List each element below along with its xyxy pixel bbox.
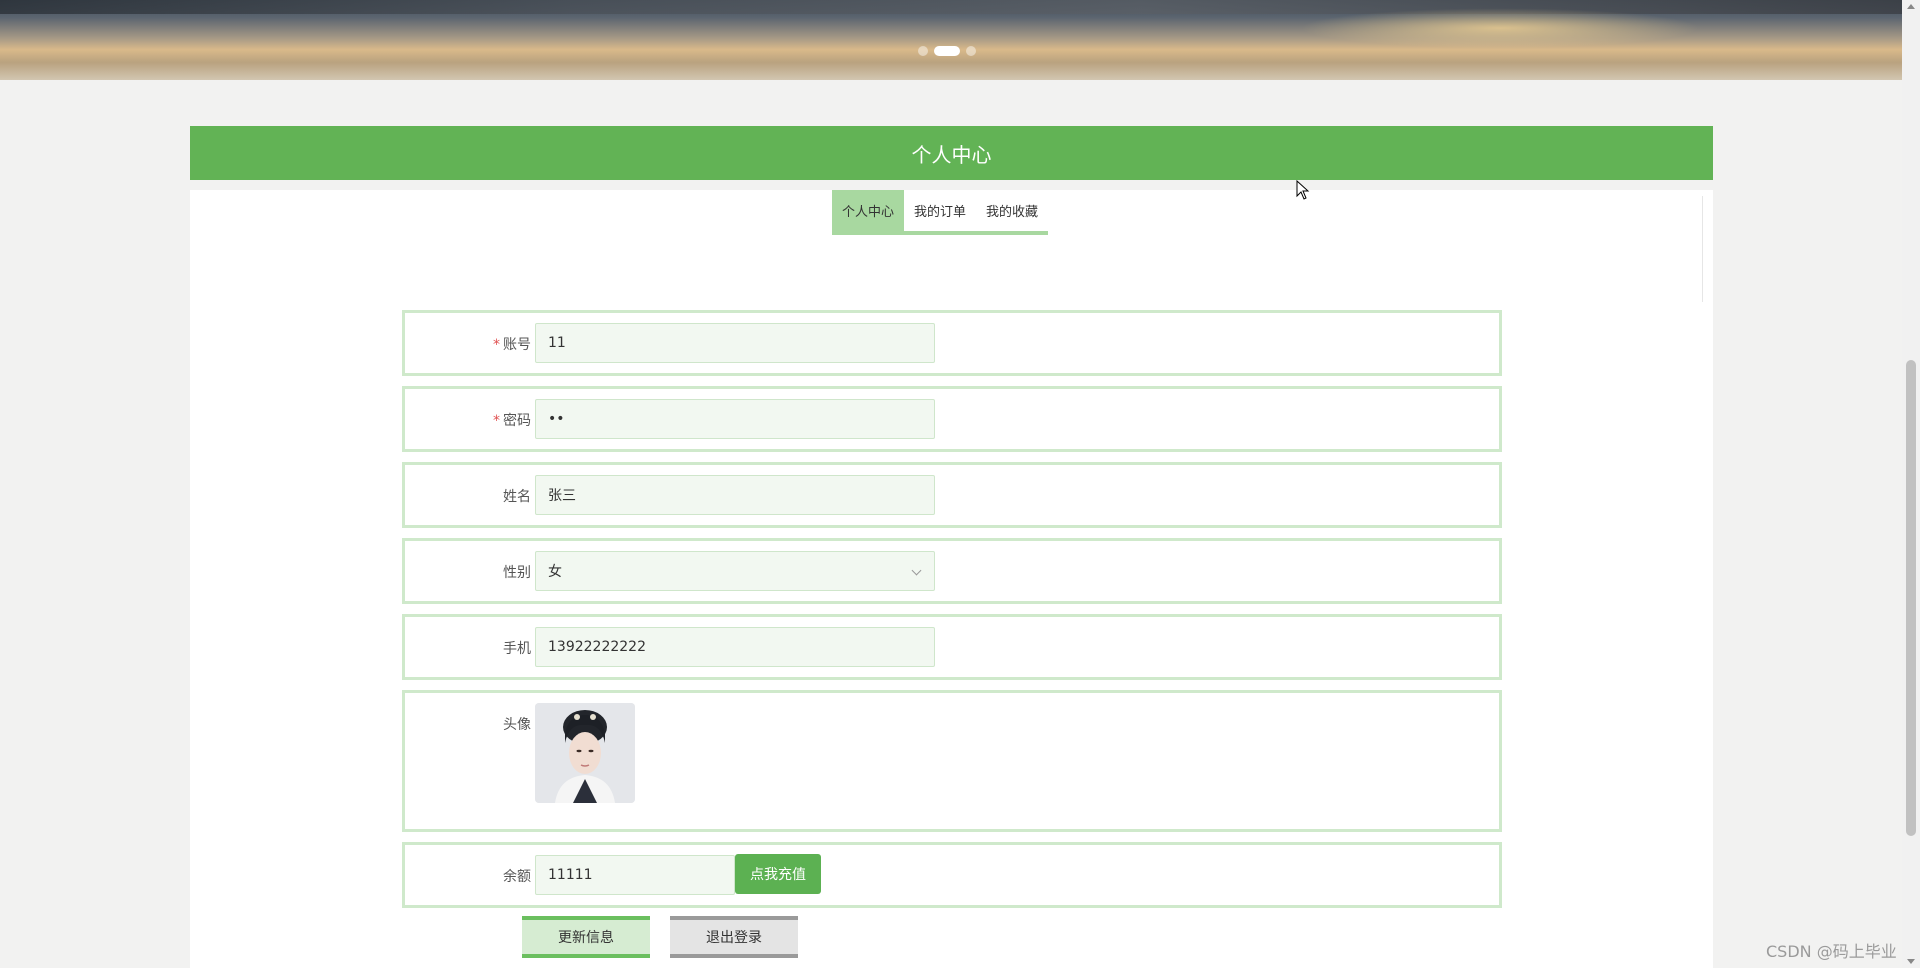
section-title: 个人中心 bbox=[190, 126, 1713, 180]
carousel-dot[interactable] bbox=[966, 46, 976, 56]
form-row-name: 姓名 张三 bbox=[402, 462, 1502, 528]
form-row-account: * 账号 11 bbox=[402, 310, 1502, 376]
scroll-down-icon[interactable] bbox=[1907, 959, 1915, 964]
form-row-password: * 密码 •• bbox=[402, 386, 1502, 452]
logout-button[interactable]: 退出登录 bbox=[670, 916, 798, 958]
recharge-button[interactable]: 点我充值 bbox=[735, 854, 821, 894]
password-input[interactable]: •• bbox=[535, 399, 935, 439]
name-input[interactable]: 张三 bbox=[535, 475, 935, 515]
tab-bar: 个人中心 我的订单 我的收藏 bbox=[832, 190, 1049, 235]
phone-label: 手机 bbox=[503, 641, 531, 657]
tab-personal-center[interactable]: 个人中心 bbox=[832, 190, 905, 231]
watermark: CSDN @码上毕业 bbox=[1766, 942, 1897, 961]
balance-label: 余额 bbox=[503, 869, 531, 885]
avatar-image[interactable] bbox=[535, 703, 635, 803]
mouse-cursor-icon bbox=[1296, 180, 1310, 200]
account-label-text: 账号 bbox=[503, 337, 531, 353]
chevron-down-icon bbox=[911, 565, 922, 576]
form-row-phone: 手机 13922222222 bbox=[402, 614, 1502, 680]
password-label: * 密码 bbox=[493, 410, 531, 430]
password-label-text: 密码 bbox=[503, 413, 531, 429]
required-mark: * bbox=[493, 337, 500, 353]
gender-select[interactable]: 女 bbox=[535, 551, 935, 591]
form-row-avatar: 头像 bbox=[402, 690, 1502, 832]
carousel-indicators bbox=[918, 46, 976, 56]
tab-my-favorites[interactable]: 我的收藏 bbox=[976, 190, 1049, 231]
tab-my-orders[interactable]: 我的订单 bbox=[904, 190, 977, 231]
required-mark: * bbox=[493, 413, 500, 429]
scroll-up-icon[interactable] bbox=[1907, 4, 1915, 9]
gender-select-value: 女 bbox=[548, 564, 562, 580]
form-row-gender: 性别 女 bbox=[402, 538, 1502, 604]
update-info-button[interactable]: 更新信息 bbox=[522, 916, 650, 958]
account-input[interactable]: 11 bbox=[535, 323, 935, 363]
panel-divider bbox=[1702, 196, 1703, 302]
account-label: * 账号 bbox=[493, 334, 531, 354]
carousel-dot[interactable] bbox=[918, 46, 928, 56]
page-scrollbar[interactable] bbox=[1902, 0, 1920, 968]
gender-label: 性别 bbox=[503, 565, 531, 581]
balance-input[interactable]: 11111 bbox=[535, 855, 735, 895]
phone-input[interactable]: 13922222222 bbox=[535, 627, 935, 667]
avatar-portrait-icon bbox=[535, 703, 635, 803]
form-row-balance: 余额 11111 点我充值 bbox=[402, 842, 1502, 908]
scroll-thumb[interactable] bbox=[1906, 360, 1916, 836]
avatar-label: 头像 bbox=[503, 717, 531, 733]
name-label: 姓名 bbox=[503, 489, 531, 505]
banner-carousel bbox=[0, 0, 1902, 80]
carousel-dot-active[interactable] bbox=[934, 46, 960, 56]
banner-glow bbox=[1300, 8, 1700, 48]
